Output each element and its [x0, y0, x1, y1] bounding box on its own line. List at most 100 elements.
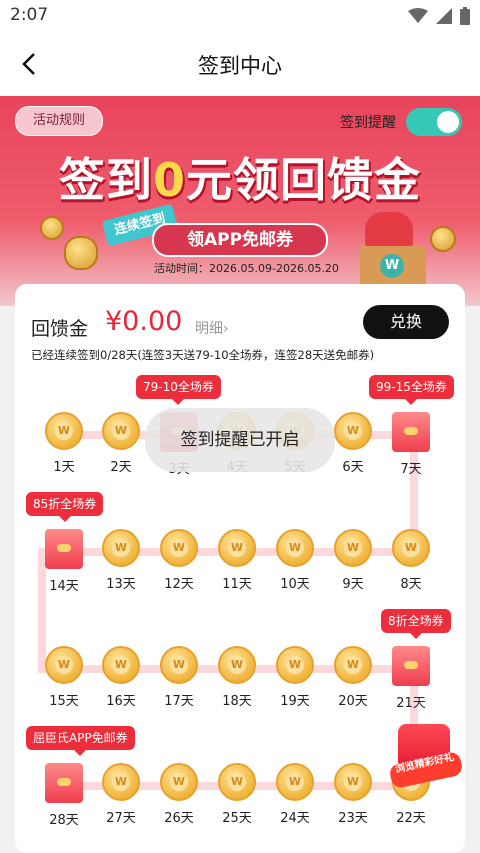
- reward-badge-day28: 屈臣氏APP免邮券: [26, 726, 135, 756]
- w-logo-icon: W: [228, 656, 246, 674]
- day-label: 18天: [222, 694, 252, 709]
- day-cell[interactable]: 7天: [381, 412, 441, 477]
- status-time: 2:07: [10, 5, 49, 25]
- activity-period: 活动时间：2026.05.09-2026.05.20: [154, 262, 339, 275]
- coin-icon: W: [334, 529, 372, 567]
- day-label: 26天: [164, 811, 194, 826]
- coin-icon: W: [45, 646, 83, 684]
- w-logo-icon: W: [286, 539, 304, 557]
- coin-icon: W: [45, 412, 83, 450]
- w-logo-icon: W: [380, 254, 404, 278]
- day-cell[interactable]: W 12天: [149, 529, 209, 592]
- remind-toggle[interactable]: [406, 108, 462, 136]
- day-cell[interactable]: W 24天: [265, 763, 325, 826]
- day-cell[interactable]: W 2天: [91, 412, 151, 475]
- w-logo-icon: W: [402, 539, 420, 557]
- w-logo-icon: W: [344, 539, 362, 557]
- w-logo-icon: W: [170, 656, 188, 674]
- day-label: 22天: [396, 811, 426, 826]
- coin-icon: W: [334, 412, 372, 450]
- envelope-flap: [57, 778, 71, 786]
- red-envelope-icon: [45, 763, 83, 803]
- status-bar: 2:07: [0, 0, 480, 32]
- w-logo-icon: W: [344, 422, 362, 440]
- reward-badge-day3: 79-10全场券: [136, 375, 221, 405]
- day-cell[interactable]: W 1天: [34, 412, 94, 475]
- day-label: 15天: [49, 694, 79, 709]
- w-logo-icon: W: [228, 539, 246, 557]
- w-logo-icon: W: [286, 656, 304, 674]
- toggle-knob: [437, 111, 459, 133]
- free-shipping-pill: 领APP免邮券: [152, 223, 328, 257]
- status-icons: [408, 7, 470, 25]
- day-cell[interactable]: W 9天: [323, 529, 383, 592]
- coin-icon: W: [102, 763, 140, 801]
- hero-title-pre: 签到: [58, 153, 153, 207]
- envelope-flap: [404, 661, 418, 669]
- day-label: 19天: [280, 694, 310, 709]
- hero-title-post: 元领回馈金: [186, 153, 421, 207]
- day-cell[interactable]: W 19天: [265, 646, 325, 709]
- day-cell[interactable]: W 15天: [34, 646, 94, 709]
- hero-title: 签到0元领回馈金: [0, 144, 480, 210]
- day-label: 13天: [106, 577, 136, 592]
- day-label: 6天: [342, 460, 364, 475]
- coin-icon: W: [392, 529, 430, 567]
- day-label: 24天: [280, 811, 310, 826]
- coin-icon: W: [276, 529, 314, 567]
- day-cell[interactable]: 21天: [381, 646, 441, 711]
- coin-icon: W: [276, 646, 314, 684]
- coin-decoration-icon: [430, 226, 456, 252]
- day-cell[interactable]: W 10天: [265, 529, 325, 592]
- day-cell[interactable]: W 27天: [91, 763, 151, 826]
- coin-icon: W: [102, 529, 140, 567]
- w-logo-icon: W: [112, 422, 130, 440]
- wifi-icon: [408, 8, 428, 23]
- w-logo-icon: W: [228, 773, 246, 791]
- day-cell[interactable]: W 13天: [91, 529, 151, 592]
- float-reward-badge[interactable]: 浏览精彩好礼: [388, 724, 464, 790]
- coin-icon: W: [160, 763, 198, 801]
- detail-link-label: 明细: [195, 321, 223, 337]
- remind-label: 签到提醒: [340, 115, 396, 131]
- coin-decoration-icon: [40, 216, 64, 240]
- coin-icon: W: [276, 763, 314, 801]
- red-envelope-icon: [45, 529, 83, 569]
- day-label: 16天: [106, 694, 136, 709]
- coin-icon: W: [160, 529, 198, 567]
- day-cell[interactable]: W 25天: [207, 763, 267, 826]
- coin-decoration-icon: [64, 236, 98, 270]
- day-label: 14天: [49, 579, 79, 594]
- day-cell[interactable]: 28天: [34, 763, 94, 828]
- day-label: 8天: [400, 577, 422, 592]
- redeem-button[interactable]: 兑换: [363, 305, 449, 339]
- coin-icon: W: [102, 412, 140, 450]
- balance-label: 回馈金: [31, 318, 89, 340]
- day-cell[interactable]: W 11天: [207, 529, 267, 592]
- w-logo-icon: W: [286, 773, 304, 791]
- day-cell[interactable]: 14天: [34, 529, 94, 594]
- day-cell[interactable]: W 20天: [323, 646, 383, 709]
- day-label: 25天: [222, 811, 252, 826]
- activity-rules-button[interactable]: 活动规则: [15, 106, 103, 136]
- page-title: 签到中心: [198, 54, 282, 78]
- red-envelope-icon: [392, 646, 430, 686]
- reward-badge-day14: 85折全场券: [26, 492, 104, 522]
- battery-icon: [460, 7, 470, 25]
- day-cell[interactable]: W 16天: [91, 646, 151, 709]
- balance-amount: ¥0.00: [105, 306, 183, 337]
- reward-badge-day21: 8折全场券: [381, 609, 451, 639]
- coin-icon: W: [334, 763, 372, 801]
- day-cell[interactable]: W 26天: [149, 763, 209, 826]
- day-cell[interactable]: W 17天: [149, 646, 209, 709]
- w-logo-icon: W: [112, 539, 130, 557]
- w-logo-icon: W: [112, 773, 130, 791]
- reward-badge-day7: 99-15全场券: [369, 375, 454, 405]
- day-label: 12天: [164, 577, 194, 592]
- detail-link[interactable]: 明细›: [195, 318, 229, 338]
- day-cell[interactable]: W 18天: [207, 646, 267, 709]
- day-cell[interactable]: W 8天: [381, 529, 441, 592]
- coin-icon: W: [102, 646, 140, 684]
- w-logo-icon: W: [55, 656, 73, 674]
- day-cell[interactable]: W 23天: [323, 763, 383, 826]
